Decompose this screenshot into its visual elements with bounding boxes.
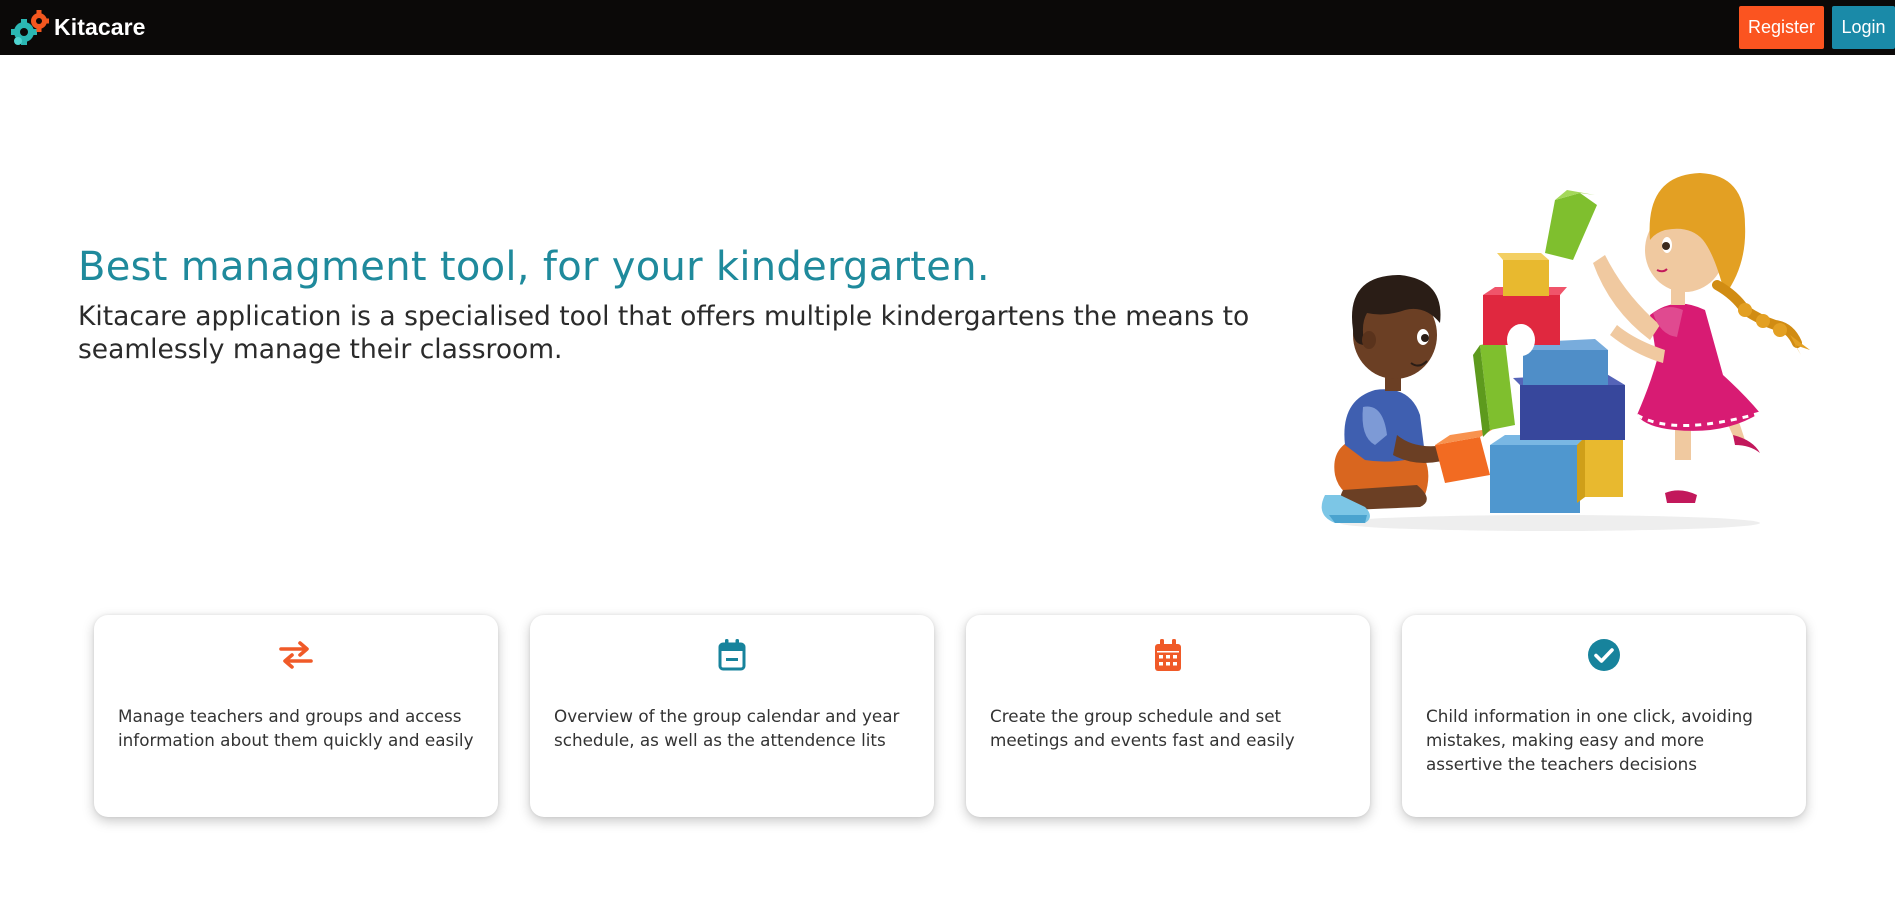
feature-text: Manage teachers and groups and access in…	[118, 706, 474, 750]
calendar-grid-icon	[1150, 637, 1186, 673]
brand-home-link[interactable]: Kitacare	[9, 8, 146, 48]
feature-card: Child information in one click, avoiding…	[1402, 615, 1806, 817]
calendar-minus-icon	[714, 637, 750, 673]
feature-text: Create the group schedule and set meetin…	[990, 706, 1295, 750]
puzzle-gears-logo	[11, 9, 49, 45]
kids-playing-blocks-illustration	[1321, 173, 1810, 531]
feature-cards: Manage teachers and groups and access in…	[94, 615, 1806, 817]
exchange-arrows-icon	[278, 637, 314, 673]
check-circle-icon	[1586, 637, 1622, 673]
feature-card: Create the group schedule and set meetin…	[966, 615, 1370, 817]
nav-actions: Register Login	[1739, 6, 1895, 49]
login-button[interactable]: Login	[1832, 6, 1895, 49]
brand-name: Kitacare	[54, 14, 146, 40]
hero-title: Best managment tool, for your kindergart…	[78, 244, 990, 290]
hero-description: Kitacare application is a specialised to…	[78, 301, 1250, 365]
feature-text: Overview of the group calendar and year …	[554, 706, 900, 750]
register-button[interactable]: Register	[1739, 6, 1824, 49]
feature-card: Overview of the group calendar and year …	[530, 615, 934, 817]
feature-card: Manage teachers and groups and access in…	[94, 615, 498, 817]
top-navbar: Kitacare Register Login	[0, 0, 1895, 55]
feature-text: Child information in one click, avoiding…	[1426, 706, 1753, 774]
